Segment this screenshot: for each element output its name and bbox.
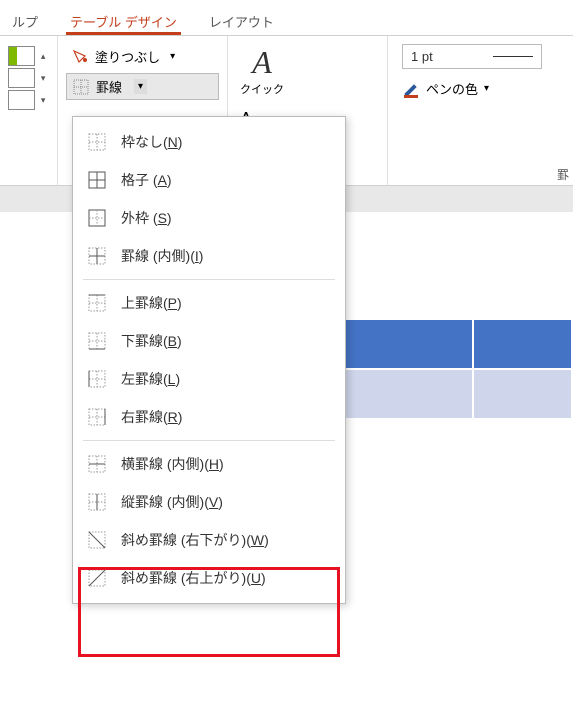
- table-style-thumb[interactable]: [8, 90, 35, 110]
- quick-label: クイック: [240, 81, 284, 97]
- wordart-styles-icon[interactable]: A: [252, 44, 272, 81]
- menu-item-label: 斜め罫線 (右下がり)(W): [121, 530, 269, 550]
- inner-border-icon: [87, 246, 107, 266]
- menu-item-label: 横罫線 (内側)(H): [121, 454, 224, 474]
- menu-item-inner-h[interactable]: 横罫線 (内側)(H): [73, 445, 345, 483]
- menu-item-no-border[interactable]: 枠なし(N): [73, 123, 345, 161]
- left-border-icon: [87, 369, 107, 389]
- menu-separator: [83, 279, 335, 280]
- outer-border-icon: [87, 208, 107, 228]
- fill-icon: [71, 48, 89, 66]
- inner-h-icon: [87, 454, 107, 474]
- chevron-down-icon: ▾: [170, 51, 175, 62]
- border-button[interactable]: 罫線 ▾: [66, 73, 219, 100]
- pen-weight-value: 1 pt: [411, 49, 433, 64]
- table-preview: [346, 320, 573, 418]
- table-style-thumb[interactable]: [8, 46, 35, 66]
- menu-item-outer-border[interactable]: 外枠 (S): [73, 199, 345, 237]
- tab-help[interactable]: ルプ: [8, 8, 42, 35]
- menu-item-label: 枠なし(N): [121, 132, 182, 152]
- border-label: 罫線: [96, 77, 122, 96]
- ribbon-tabs: ルプ テーブル デザイン レイアウト: [0, 0, 573, 36]
- pen-weight-select[interactable]: 1 pt: [402, 44, 542, 69]
- inner-v-icon: [87, 492, 107, 512]
- draw-borders-group: 1 pt ペンの色 ▾ 罫: [388, 36, 573, 185]
- tab-table-design[interactable]: テーブル デザイン: [66, 8, 181, 35]
- menu-item-left-border[interactable]: 左罫線(L): [73, 360, 345, 398]
- menu-item-label: 斜め罫線 (右上がり)(U): [121, 568, 266, 588]
- chevron-down-icon[interactable]: ▾: [134, 79, 147, 94]
- menu-item-label: 格子 (A): [121, 170, 172, 190]
- menu-item-right-border[interactable]: 右罫線(R): [73, 398, 345, 436]
- border-icon: [72, 78, 90, 96]
- menu-item-label: 左罫線(L): [121, 369, 180, 389]
- pen-icon: [402, 80, 420, 98]
- menu-item-label: 外枠 (S): [121, 208, 172, 228]
- no-border-icon: [87, 132, 107, 152]
- styles-more-icon[interactable]: ▾: [37, 93, 49, 107]
- menu-item-label: 罫線 (内側)(I): [121, 246, 203, 266]
- chevron-down-icon: ▾: [484, 83, 489, 94]
- diag-down-icon: [87, 530, 107, 550]
- fill-button[interactable]: 塗りつぶし ▾: [66, 44, 219, 69]
- menu-item-bottom-border[interactable]: 下罫線(B): [73, 322, 345, 360]
- menu-separator: [83, 440, 335, 441]
- tab-layout[interactable]: レイアウト: [205, 8, 278, 35]
- menu-item-label: 下罫線(B): [121, 331, 182, 351]
- menu-item-diag-up[interactable]: 斜め罫線 (右上がり)(U): [73, 559, 345, 597]
- fill-label: 塗りつぶし: [95, 47, 160, 66]
- right-border-icon: [87, 407, 107, 427]
- top-border-icon: [87, 293, 107, 313]
- group-label-border: 罫: [557, 166, 569, 183]
- pen-color-label: ペンの色: [426, 79, 478, 98]
- menu-item-inner-border[interactable]: 罫線 (内側)(I): [73, 237, 345, 275]
- table-style-thumb[interactable]: [8, 68, 35, 88]
- all-border-icon: [87, 170, 107, 190]
- bottom-border-icon: [87, 331, 107, 351]
- menu-item-label: 右罫線(R): [121, 407, 182, 427]
- menu-item-label: 上罫線(P): [121, 293, 182, 313]
- diag-up-icon: [87, 568, 107, 588]
- menu-item-label: 縦罫線 (内側)(V): [121, 492, 223, 512]
- menu-item-diag-down[interactable]: 斜め罫線 (右下がり)(W): [73, 521, 345, 559]
- styles-up-icon[interactable]: ▴: [37, 49, 49, 63]
- menu-item-all-border[interactable]: 格子 (A): [73, 161, 345, 199]
- styles-down-icon[interactable]: ▾: [37, 71, 49, 85]
- pen-color-button[interactable]: ペンの色 ▾: [402, 79, 559, 98]
- menu-item-top-border[interactable]: 上罫線(P): [73, 284, 345, 322]
- menu-item-inner-v[interactable]: 縦罫線 (内側)(V): [73, 483, 345, 521]
- table-styles-group: ▴ ▾ ▾: [0, 36, 58, 185]
- border-dropdown-menu: 枠なし(N) 格子 (A) 外枠 (S) 罫線 (内側)(I) 上罫線(P) 下罫線(B)…: [72, 116, 346, 604]
